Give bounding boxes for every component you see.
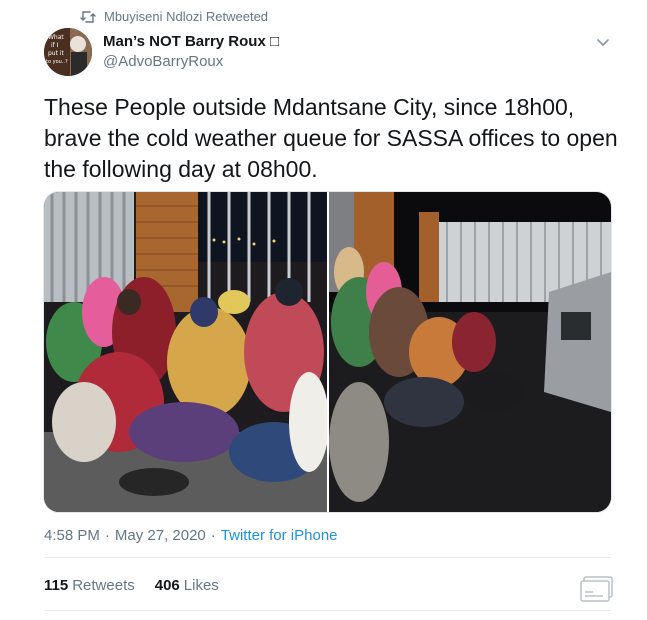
likes-stat[interactable]: 406 Likes	[155, 577, 219, 594]
tweet-stats: 115 Retweets 406 Likes	[44, 577, 219, 594]
svg-text:if I: if I	[51, 42, 59, 49]
divider	[44, 610, 611, 611]
tweet-date[interactable]: May 27, 2020	[115, 527, 206, 544]
svg-text:What: What	[48, 34, 64, 41]
likes-count: 406	[154, 577, 180, 594]
likes-label: Likes	[183, 577, 219, 594]
svg-text:to you..?: to you..?	[46, 59, 68, 65]
retweets-label: Retweets	[72, 577, 135, 594]
author-handle[interactable]: @AdvoBarryRoux	[103, 53, 223, 70]
media-grid	[43, 191, 612, 513]
retweets-count: 115	[44, 577, 69, 594]
tweet-text: These People outside Mdantsane City, sin…	[44, 92, 624, 185]
tweet-card: Mbuyiseni Ndlozi Retweeted What if I put…	[0, 0, 647, 620]
svg-text:put it: put it	[48, 50, 65, 57]
tweet-text-line: brave the cold weather queue for SASSA o…	[44, 125, 618, 151]
meta-separator: ·	[210, 527, 216, 544]
retweet-banner[interactable]: Mbuyiseni Ndlozi Retweeted	[80, 9, 268, 24]
divider	[44, 557, 611, 558]
tweet-source-link[interactable]: Twitter for iPhone	[221, 527, 338, 544]
screenshot-share-icon[interactable]	[579, 574, 615, 602]
tweet-time[interactable]: 4:58 PM	[44, 527, 100, 544]
meta-separator: ·	[104, 527, 110, 544]
photo-queue-left[interactable]	[44, 192, 327, 512]
retweets-stat[interactable]: 115 Retweets	[44, 577, 135, 594]
tweet-text-line: These People outside Mdantsane City, sin…	[44, 94, 575, 120]
tweet-text-line: the following day at 08h00.	[44, 156, 318, 182]
author-display-name[interactable]: Man’s NOT Barry Roux □	[103, 33, 279, 50]
retweet-icon	[80, 10, 96, 24]
tweet-timestamp: 4:58 PM · May 27, 2020 · Twitter for iPhone	[44, 527, 338, 544]
retweet-banner-text: Mbuyiseni Ndlozi Retweeted	[104, 9, 269, 24]
photo-queue-right[interactable]	[329, 192, 611, 512]
avatar[interactable]: What if I put it to you..?	[44, 28, 92, 76]
chevron-down-icon[interactable]	[594, 33, 612, 51]
